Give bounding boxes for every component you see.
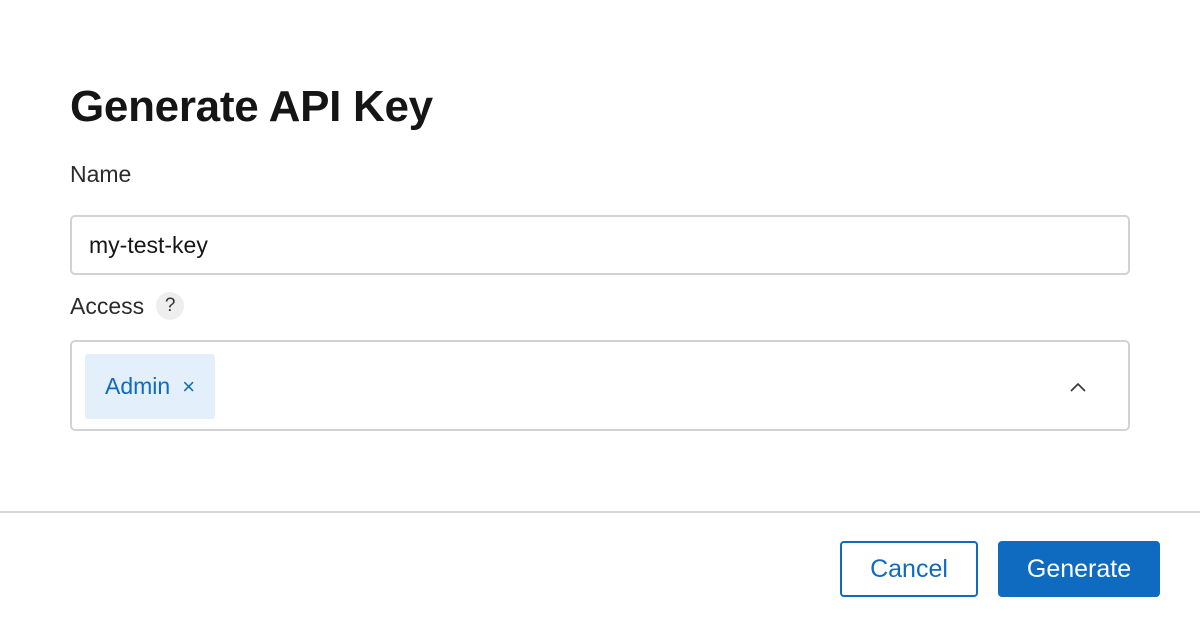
chip-remove-icon[interactable]: ×	[182, 375, 195, 398]
generate-api-key-dialog: Generate API Key Name Access ? Admin × C…	[0, 0, 1200, 622]
access-label: Access ?	[70, 292, 185, 320]
cancel-button[interactable]: Cancel	[840, 541, 978, 597]
name-label: Name	[70, 160, 131, 188]
chip-label: Admin	[105, 373, 171, 399]
dialog-title: Generate API Key	[70, 82, 433, 131]
name-label-text: Name	[70, 161, 132, 187]
question-mark-icon[interactable]: ?	[156, 292, 185, 320]
access-multiselect[interactable]: Admin ×	[70, 340, 1130, 431]
name-input[interactable]	[70, 215, 1130, 275]
access-label-text: Access	[70, 293, 145, 319]
chevron-up-icon[interactable]	[1070, 379, 1086, 395]
access-chip-admin: Admin ×	[85, 354, 216, 419]
generate-button[interactable]: Generate	[998, 541, 1160, 597]
footer-divider	[0, 511, 1200, 513]
